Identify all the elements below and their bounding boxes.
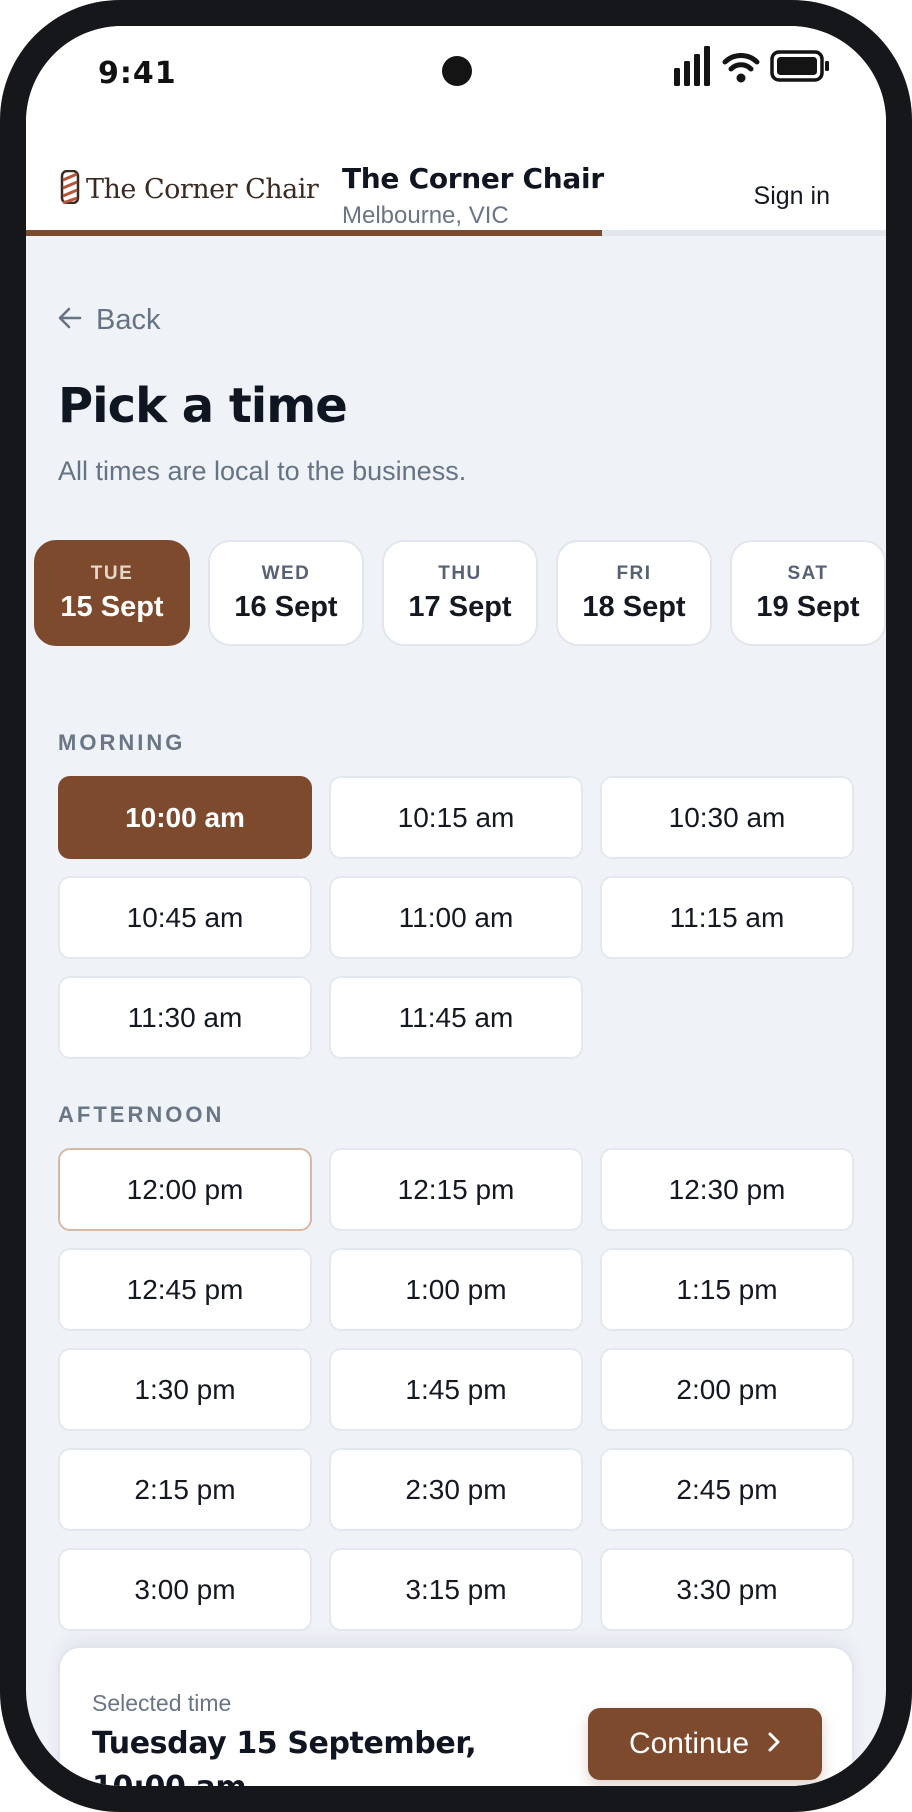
morning-slots: 10:00 am 10:15 am 10:30 am 10:45 am 11:00 am… bbox=[58, 776, 854, 1059]
time-slot-button[interactable]: 3:30 pm bbox=[600, 1548, 854, 1631]
time-slot-button[interactable]: 12:45 pm bbox=[58, 1248, 312, 1331]
time-slot-button[interactable]: 2:30 pm bbox=[329, 1448, 583, 1531]
time-slot-button[interactable]: 11:30 am bbox=[58, 976, 312, 1059]
selected-time-value: Tuesday 15 September, 10:00 am bbox=[92, 1726, 477, 1786]
time-slot-button[interactable]: 12:30 pm bbox=[600, 1148, 854, 1231]
date-chip-wed[interactable]: WED 16 Sept bbox=[208, 540, 364, 646]
selection-footer: Selected time Tuesday 15 September, 10:0… bbox=[58, 1646, 854, 1786]
chevron-right-icon bbox=[767, 1727, 781, 1761]
business-name: The Corner Chair bbox=[342, 162, 604, 195]
wifi-icon bbox=[722, 48, 760, 84]
sign-in-link[interactable]: Sign in bbox=[754, 182, 830, 211]
date-chip-tue[interactable]: TUE 15 Sept bbox=[34, 540, 190, 646]
date-chip-date: 18 Sept bbox=[582, 590, 686, 623]
time-slot-button[interactable]: 1:45 pm bbox=[329, 1348, 583, 1431]
status-bar: 9:41 bbox=[26, 26, 886, 126]
booking-progress-fill bbox=[26, 230, 603, 236]
date-chip-date: 15 Sept bbox=[60, 590, 164, 623]
afternoon-label: AFTERNOON bbox=[58, 1102, 225, 1127]
date-chip-weekday: SAT bbox=[787, 562, 829, 584]
date-chip-date: 16 Sept bbox=[234, 590, 338, 623]
morning-label: MORNING bbox=[58, 730, 186, 755]
date-chip-weekday: THU bbox=[438, 562, 482, 584]
app-header: The Corner Chair The Corner Chair Melbou… bbox=[26, 126, 886, 230]
time-slot-button[interactable]: 10:15 am bbox=[329, 776, 583, 859]
page-subtitle: All times are local to the business. bbox=[58, 456, 467, 486]
date-chip-weekday: TUE bbox=[90, 562, 134, 584]
back-button[interactable]: Back bbox=[58, 304, 160, 337]
date-chip-date: 17 Sept bbox=[408, 590, 512, 623]
date-chip-weekday: WED bbox=[261, 562, 311, 584]
time-slot-button[interactable]: 11:45 am bbox=[329, 976, 583, 1059]
battery-icon bbox=[770, 50, 830, 82]
back-label: Back bbox=[96, 304, 161, 336]
time-slot-button[interactable]: 10:30 am bbox=[600, 776, 854, 859]
barber-pole-icon bbox=[60, 169, 80, 209]
status-time: 9:41 bbox=[98, 56, 177, 91]
afternoon-slots: 12:00 pm 12:15 pm 12:30 pm 12:45 pm 1:00 pm 1… bbox=[58, 1148, 854, 1631]
time-slot-button[interactable]: 1:15 pm bbox=[600, 1248, 854, 1331]
logo-wordmark: The Corner Chair bbox=[86, 174, 319, 205]
time-slot-button[interactable]: 11:15 am bbox=[600, 876, 854, 959]
time-slot-button[interactable]: 10:00 am bbox=[58, 776, 312, 859]
camera-cutout bbox=[442, 56, 472, 86]
business-location: Melbourne, VIC bbox=[342, 202, 509, 229]
arrow-left-icon bbox=[58, 304, 82, 337]
business-logo[interactable]: The Corner Chair bbox=[60, 169, 319, 209]
time-slot-button[interactable]: 2:45 pm bbox=[600, 1448, 854, 1531]
time-slot-button[interactable]: 2:00 pm bbox=[600, 1348, 854, 1431]
date-chip-sat[interactable]: SAT 19 Sept bbox=[730, 540, 886, 646]
selected-time-label: Selected time bbox=[92, 1690, 232, 1716]
time-slot-button[interactable]: 10:45 am bbox=[58, 876, 312, 959]
device-frame: 9:41 The Corner Chair The Corner Chair M… bbox=[0, 0, 912, 1812]
screen: 9:41 The Corner Chair The Corner Chair M… bbox=[26, 26, 886, 1786]
time-slot-button[interactable]: 1:00 pm bbox=[329, 1248, 583, 1331]
time-slot-button[interactable]: 11:00 am bbox=[329, 876, 583, 959]
continue-button[interactable]: Continue bbox=[588, 1708, 822, 1780]
page-title: Pick a time bbox=[58, 378, 348, 434]
date-chip-date: 19 Sept bbox=[756, 590, 860, 623]
time-slot-button[interactable]: 3:00 pm bbox=[58, 1548, 312, 1631]
time-slot-button[interactable]: 12:15 pm bbox=[329, 1148, 583, 1231]
time-slot-button[interactable]: 1:30 pm bbox=[58, 1348, 312, 1431]
time-slot-button[interactable]: 3:15 pm bbox=[329, 1548, 583, 1631]
booking-progress-bar bbox=[26, 230, 886, 236]
signal-icon bbox=[674, 46, 712, 86]
system-icons bbox=[674, 46, 830, 86]
date-chip-fri[interactable]: FRI 18 Sept bbox=[556, 540, 712, 646]
date-picker: TUE 15 Sept WED 16 Sept THU 17 Sept FRI 18 Sept… bbox=[34, 540, 886, 646]
date-chip-thu[interactable]: THU 17 Sept bbox=[382, 540, 538, 646]
continue-label: Continue bbox=[628, 1727, 750, 1760]
time-slot-button[interactable]: 2:15 pm bbox=[58, 1448, 312, 1531]
date-chip-weekday: FRI bbox=[616, 562, 652, 584]
time-slot-button[interactable]: 12:00 pm bbox=[58, 1148, 312, 1231]
